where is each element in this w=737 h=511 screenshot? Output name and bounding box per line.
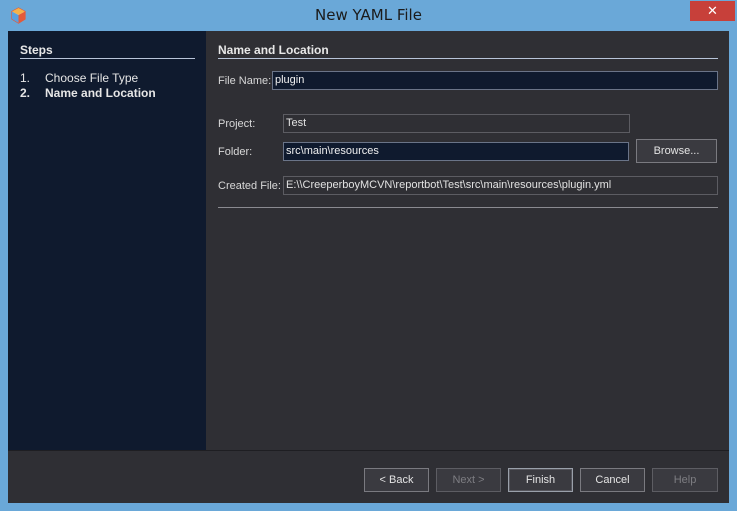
help-button[interactable]: Help <box>652 468 718 492</box>
folder-label: Folder: <box>218 146 253 158</box>
title-bar[interactable]: New YAML File ✕ <box>0 0 737 31</box>
browse-button[interactable]: Browse... <box>636 139 717 163</box>
file-name-input[interactable]: plugin <box>272 71 718 90</box>
close-icon: ✕ <box>707 3 718 19</box>
button-bar-divider <box>8 450 729 451</box>
project-label: Project: <box>218 118 256 130</box>
finish-button[interactable]: Finish <box>508 468 573 492</box>
steps-title: Steps <box>20 43 53 57</box>
section-title: Name and Location <box>218 43 329 57</box>
section-divider <box>218 58 718 59</box>
close-button[interactable]: ✕ <box>690 1 735 21</box>
step-number: 1. <box>20 71 31 85</box>
form-separator <box>218 207 718 208</box>
dialog-window: New YAML File ✕ Steps 1. Choose File Type… <box>0 0 737 511</box>
step-name-and-location: 2. Name and Location <box>20 86 156 100</box>
next-button[interactable]: Next > <box>436 468 501 492</box>
step-label: Choose File Type <box>45 71 139 85</box>
step-number: 2. <box>20 86 31 100</box>
created-file-field: E:\\CreeperboyMCVN\reportbot\Test\src\ma… <box>283 176 718 195</box>
back-button[interactable]: < Back <box>364 468 429 492</box>
file-name-label: File Name: <box>218 75 272 87</box>
dialog-content: Steps 1. Choose File Type 2. Name and Loca… <box>8 31 729 503</box>
window-title: New YAML File <box>315 6 422 24</box>
steps-panel: Steps 1. Choose File Type 2. Name and Loca… <box>8 31 206 450</box>
step-label: Name and Location <box>45 86 156 100</box>
cancel-button[interactable]: Cancel <box>580 468 645 492</box>
created-file-label: Created File: <box>218 180 281 192</box>
step-choose-file-type[interactable]: 1. Choose File Type <box>20 71 138 85</box>
steps-divider <box>20 58 195 59</box>
folder-input[interactable]: src\main\resources <box>283 142 629 161</box>
project-field: Test <box>283 114 630 133</box>
